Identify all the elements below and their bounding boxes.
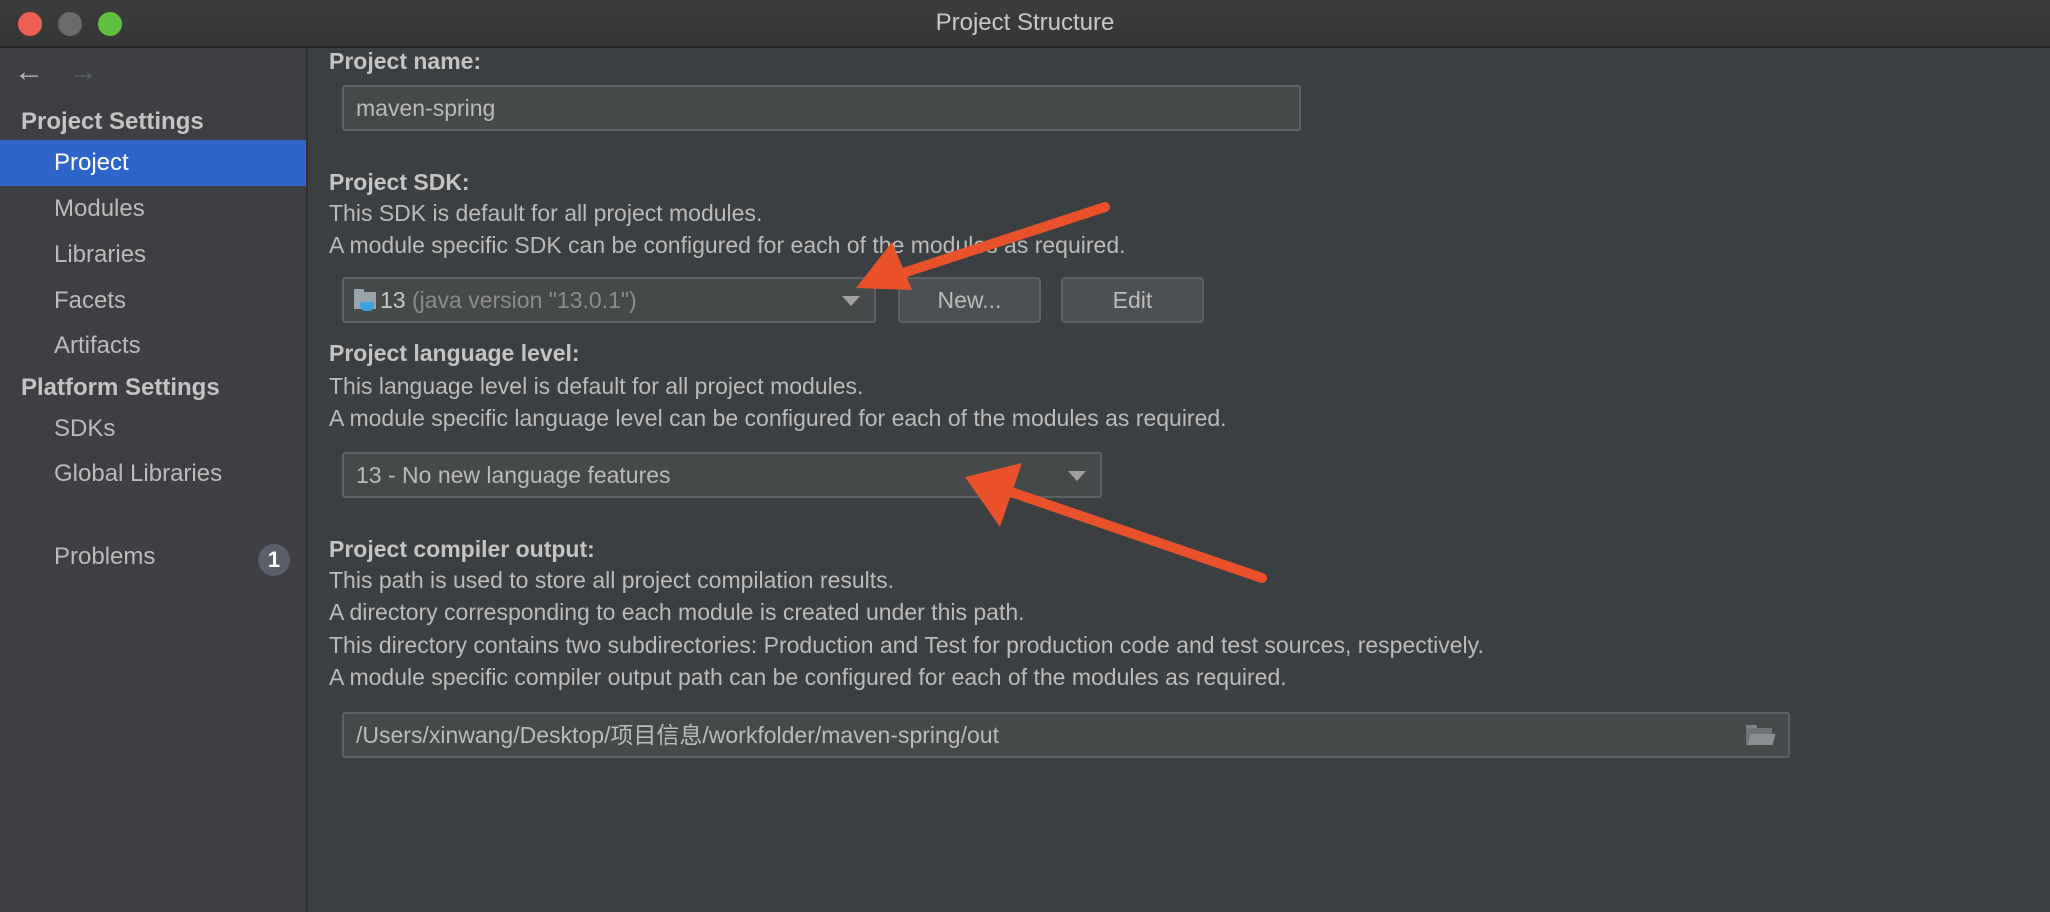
sidebar-item-artifacts[interactable]: Artifacts	[0, 323, 306, 369]
language-description-2: A module specific language level can be …	[329, 405, 1227, 431]
group-project-settings: Project Settings	[21, 108, 204, 135]
sidebar-item-problems[interactable]: Problems 1	[0, 534, 306, 580]
project-sdk-label: Project SDK:	[329, 169, 470, 195]
sdk-description-1: This SDK is default for all project modu…	[329, 200, 763, 226]
sidebar-item-facets[interactable]: Facets	[0, 278, 306, 324]
output-description-4: A module specific compiler output path c…	[329, 664, 1287, 690]
language-level-value: 13 - No new language features	[356, 462, 671, 488]
problems-label: Problems	[54, 543, 156, 570]
title-bar: Project Structure	[0, 0, 2050, 48]
compiler-output-path: /Users/xinwang/Desktop/项目信息/workfolder/m…	[356, 722, 999, 748]
project-name-label: Project name:	[329, 48, 482, 74]
output-description-2: A directory corresponding to each module…	[329, 599, 1025, 625]
chevron-down-icon	[842, 296, 860, 306]
sdk-version: 13	[380, 287, 406, 313]
project-name-input[interactable]: maven-spring	[342, 85, 1301, 131]
edit-sdk-button[interactable]: Edit	[1061, 277, 1204, 323]
language-level-label: Project language level:	[329, 340, 580, 366]
new-sdk-button[interactable]: New...	[898, 277, 1041, 323]
sidebar-item-libraries[interactable]: Libraries	[0, 232, 306, 278]
sidebar-item-project[interactable]: Project	[0, 140, 306, 186]
output-description-3: This directory contains two subdirectori…	[329, 632, 1484, 658]
language-description-1: This language level is default for all p…	[329, 373, 864, 399]
chevron-down-icon	[1068, 471, 1086, 481]
sdk-folder-icon	[354, 289, 376, 311]
sdk-version-detail: (java version "13.0.1")	[411, 287, 637, 313]
back-arrow-icon[interactable]: ←	[14, 52, 44, 92]
project-settings-panel: Project name: maven-spring Project SDK: …	[308, 48, 2050, 912]
group-platform-settings: Platform Settings	[21, 374, 220, 401]
browse-folder-icon[interactable]	[1746, 725, 1776, 745]
sidebar-item-sdks[interactable]: SDKs	[0, 406, 306, 452]
forward-arrow-icon[interactable]: →	[68, 52, 98, 92]
compiler-output-label: Project compiler output:	[329, 536, 595, 562]
project-sdk-dropdown[interactable]: 13 (java version "13.0.1")	[342, 277, 876, 323]
compiler-output-path-input[interactable]: /Users/xinwang/Desktop/项目信息/workfolder/m…	[342, 712, 1790, 758]
output-description-1: This path is used to store all project c…	[329, 567, 895, 593]
sidebar: ← → Project Settings Project Modules Lib…	[0, 48, 308, 912]
sdk-description-2: A module specific SDK can be configured …	[329, 232, 1126, 258]
sidebar-item-modules[interactable]: Modules	[0, 186, 306, 232]
language-level-dropdown[interactable]: 13 - No new language features	[342, 452, 1102, 498]
sidebar-item-global-libraries[interactable]: Global Libraries	[0, 451, 306, 497]
problems-count-badge: 1	[258, 544, 290, 576]
window-title: Project Structure	[935, 9, 1115, 36]
